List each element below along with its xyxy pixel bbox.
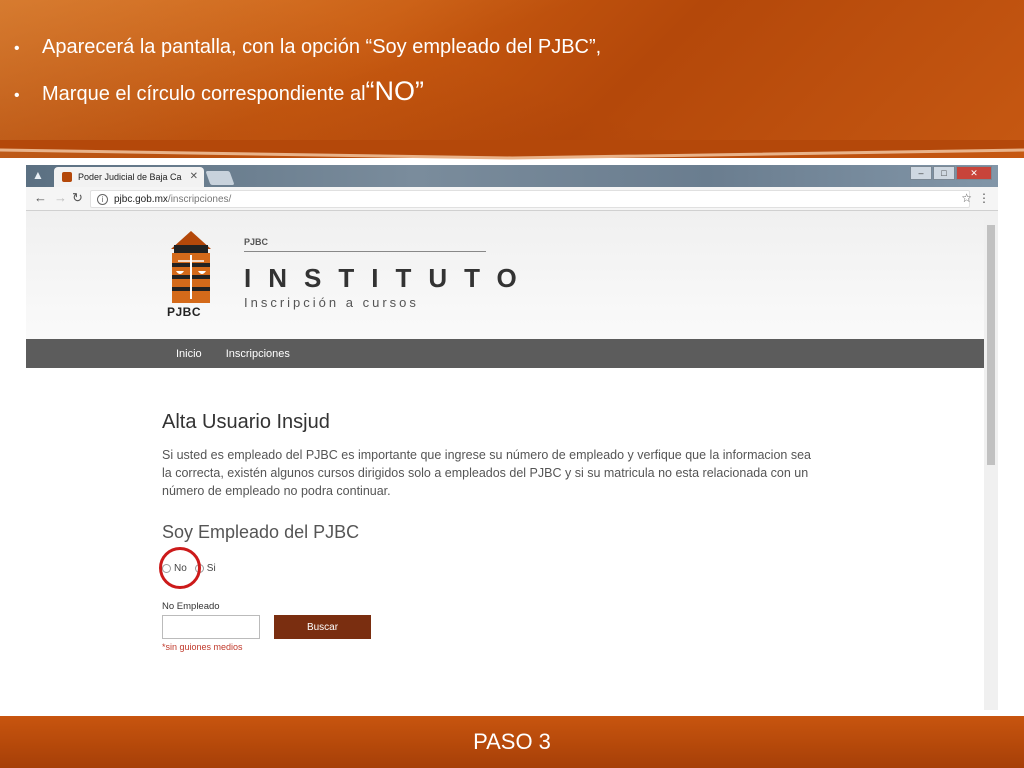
bullet-2: • Marque el círculo correspondiente al “… xyxy=(12,76,601,116)
url-input[interactable]: i pjbc.gob.mx/inscripciones/ xyxy=(90,190,970,208)
url-host: pjbc.gob.mx xyxy=(114,193,168,205)
slide-header: • Aparecerá la pantalla, con la opción “… xyxy=(0,0,1024,158)
radio-si-label[interactable]: Si xyxy=(207,563,216,574)
menu-icon[interactable]: ⋮ xyxy=(978,191,990,205)
highlight-circle xyxy=(159,547,201,589)
favicon-icon xyxy=(62,172,72,182)
form-title: Alta Usuario Insjud xyxy=(162,411,330,433)
bullet-1: • Aparecerá la pantalla, con la opción “… xyxy=(12,36,601,76)
bullet-text-1: Aparecerá la pantalla, con la opción “So… xyxy=(42,36,602,58)
browser-tab[interactable]: Poder Judicial de Baja Ca ✕ xyxy=(54,167,204,187)
bullet-dot: • xyxy=(14,87,20,104)
brand-divider xyxy=(244,251,486,252)
bullet-emphasis: “NO” xyxy=(365,76,424,106)
scroll-thumb[interactable] xyxy=(987,225,995,465)
address-bar: ← → ↻ i pjbc.gob.mx/inscripciones/ ☆ ⋮ xyxy=(26,187,998,211)
forward-icon[interactable]: → xyxy=(54,190,67,205)
url-path: /inscripciones/ xyxy=(167,193,232,205)
star-icon[interactable]: ☆ xyxy=(961,191,972,205)
brand-subtitle: Inscripción a cursos xyxy=(244,295,419,310)
logo-text: PJBC xyxy=(167,305,202,319)
minimize-button[interactable]: – xyxy=(910,166,932,180)
browser-titlebar: ▲ Poder Judicial de Baja Ca ✕ – □ ✕ xyxy=(26,165,998,187)
employee-number-label: No Empleado xyxy=(162,601,220,612)
bullet-dot: • xyxy=(14,40,20,57)
employee-number-input[interactable] xyxy=(162,615,260,639)
reload-icon[interactable]: ↻ xyxy=(72,190,83,206)
window-icon: ▲ xyxy=(32,168,44,182)
form-content: Alta Usuario Insjud Si usted es empleado… xyxy=(159,411,842,652)
search-button[interactable]: Buscar xyxy=(274,615,371,639)
scrollbar[interactable] xyxy=(984,211,998,710)
input-hint: *sin guiones medios xyxy=(162,642,243,652)
employee-options: No Si xyxy=(159,547,842,589)
brand-small: PJBC xyxy=(244,237,269,247)
bullet-text-2: Marque el círculo correspondiente al xyxy=(42,83,366,105)
back-icon[interactable]: ← xyxy=(34,190,47,205)
new-tab-button[interactable] xyxy=(205,171,235,185)
info-icon[interactable]: i xyxy=(97,193,108,205)
brand-title: INSTITUTO xyxy=(244,263,534,293)
tab-close-icon[interactable]: ✕ xyxy=(190,171,198,182)
window-controls: – □ ✕ xyxy=(909,166,992,180)
maximize-button[interactable]: □ xyxy=(933,166,955,180)
tab-title: Poder Judicial de Baja Ca xyxy=(78,172,182,182)
close-button[interactable]: ✕ xyxy=(956,166,992,180)
employee-question: Soy Empleado del PJBC xyxy=(162,522,360,542)
site-nav: Inicio Inscripciones xyxy=(26,339,984,368)
form-description: Si usted es empleado del PJBC es importa… xyxy=(162,448,811,498)
step-label: PASO 3 xyxy=(473,729,551,754)
nav-item-inscripciones[interactable]: Inscripciones xyxy=(226,348,290,360)
nav-item-inicio[interactable]: Inicio xyxy=(176,348,202,360)
employee-field-row: Buscar xyxy=(162,615,842,639)
header-divider xyxy=(0,140,1024,160)
site-header: PJBC PJBC INSTITUTO Inscripción a cursos xyxy=(26,211,984,339)
slide-footer: PASO 3 xyxy=(0,716,1024,768)
instruction-bullets: • Aparecerá la pantalla, con la opción “… xyxy=(12,36,601,116)
browser-window: ▲ Poder Judicial de Baja Ca ✕ – □ ✕ ← → … xyxy=(26,165,998,710)
